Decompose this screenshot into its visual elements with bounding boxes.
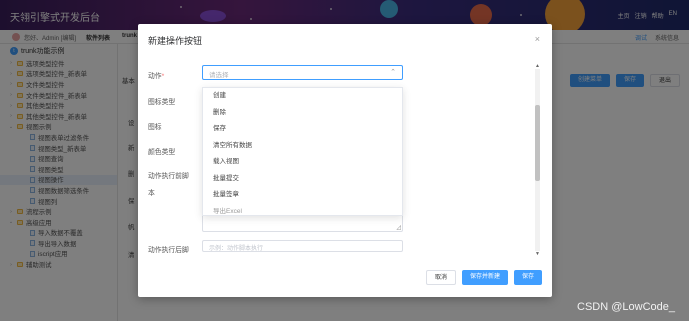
color-type-label: 颜色类型 [148, 149, 176, 156]
action-select[interactable]: 请选择 ⌃ [202, 65, 403, 80]
cancel-button[interactable]: 取消 [426, 270, 457, 285]
dialog-scrollbar[interactable]: ▲ ▼ [535, 63, 540, 257]
action-label-text: 动作 [148, 73, 162, 80]
action-select-placeholder: 请选择 [209, 72, 229, 79]
dropdown-option[interactable]: 载入视图 [203, 154, 402, 171]
dropdown-option[interactable]: 创建 [203, 88, 402, 105]
close-icon[interactable]: × [535, 34, 540, 44]
post-script-label: 动作执行后脚 [148, 247, 189, 254]
post-script-textarea[interactable]: 示例：动作脚本执行 [202, 240, 403, 252]
resize-handle-icon[interactable]: ◿ [396, 224, 401, 231]
scrollbar-thumb[interactable] [535, 105, 540, 181]
new-action-button-dialog: 新建操作按钮 × 动作* 请选择 ⌃ 图标类型 图标 颜色类型 动作执行前脚 本… [138, 24, 552, 297]
dropdown-option[interactable]: 批量提交 [203, 171, 402, 188]
dropdown-option[interactable]: 删除 [203, 105, 402, 122]
save-and-new-button[interactable]: 保存并新建 [462, 270, 509, 285]
scroll-up-icon[interactable]: ▲ [535, 63, 540, 69]
watermark: CSDN @LowCode_ [577, 301, 675, 313]
pre-script-textarea[interactable]: ◿ [202, 214, 403, 232]
icon-label: 图标 [148, 124, 162, 131]
dialog-title: 新建操作按钮 [148, 36, 203, 46]
chevron-up-icon: ⌃ [390, 69, 396, 76]
dropdown-option[interactable]: 清空所有数据 [203, 138, 402, 155]
post-script-placeholder: 示例：动作脚本执行 [209, 246, 264, 252]
action-label: 动作* [148, 70, 164, 80]
pre-script-label: 动作执行前脚 [148, 173, 189, 180]
scroll-down-icon[interactable]: ▼ [535, 251, 540, 257]
action-dropdown: 创建 删除 保存 清空所有数据 载入视图 批量提交 批量签章 导出Excel [202, 87, 403, 216]
dropdown-option[interactable]: 导出Excel [203, 204, 402, 216]
pre-script-label-cont: 本 [148, 190, 155, 197]
dropdown-option[interactable]: 保存 [203, 121, 402, 138]
save-button[interactable]: 保存 [514, 270, 543, 285]
dropdown-option[interactable]: 批量签章 [203, 187, 402, 204]
required-mark: * [161, 73, 165, 80]
icon-type-label: 图标类型 [148, 99, 176, 106]
